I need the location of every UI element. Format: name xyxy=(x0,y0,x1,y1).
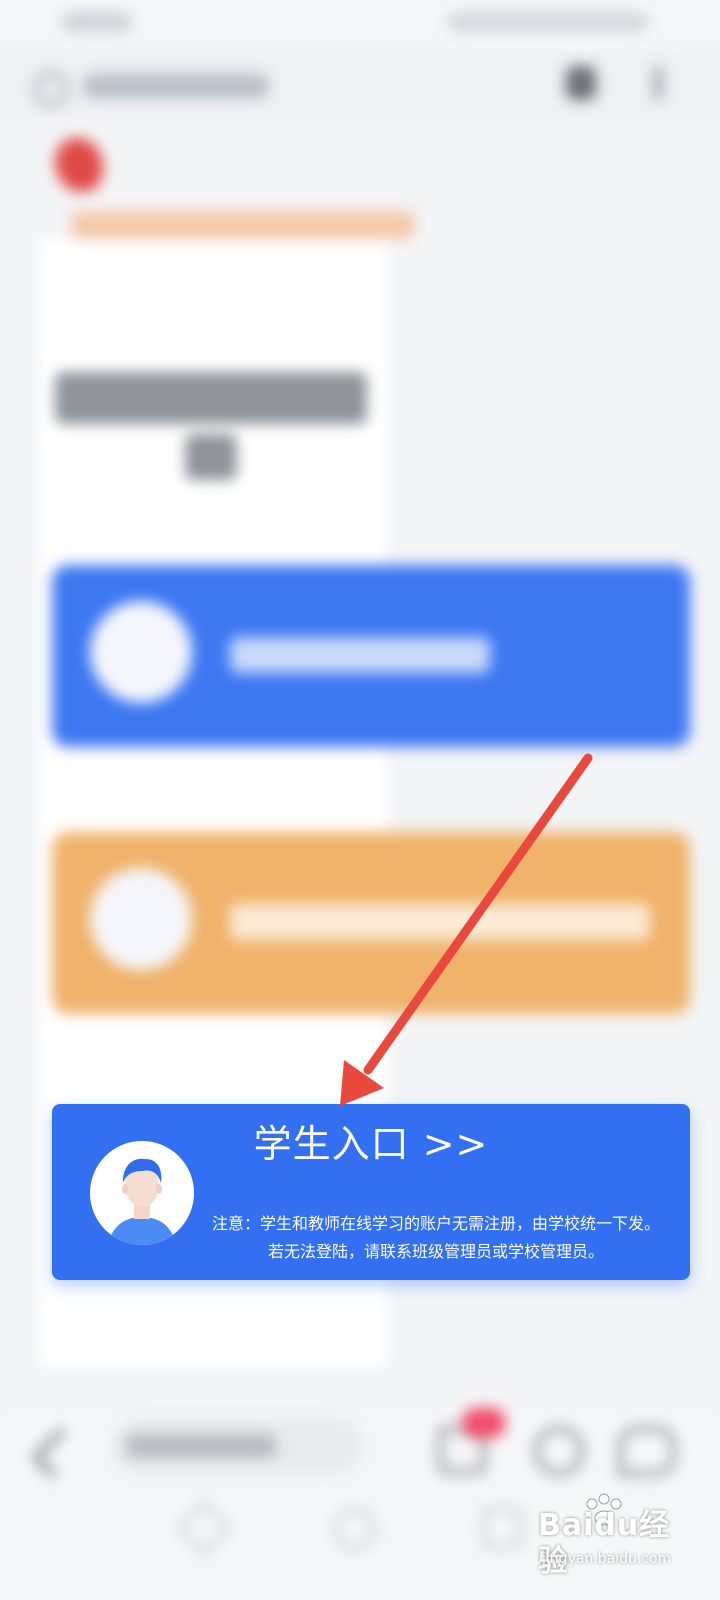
heading-line-2 xyxy=(185,434,237,480)
district-avatar-icon xyxy=(90,868,192,970)
student-entry-note: 注意：学生和教师在线学习的账户无需注册，由学校统一下发。 若无法登陆，请联系班级… xyxy=(182,1210,690,1266)
site-icon[interactable] xyxy=(34,72,68,106)
system-home-icon[interactable] xyxy=(334,1508,376,1550)
admin-entry-card[interactable] xyxy=(52,565,690,747)
banner-strip xyxy=(72,212,414,238)
admin-avatar-icon xyxy=(90,601,192,703)
watermark-brand: Baidu经验 xyxy=(538,1508,671,1579)
status-bar xyxy=(0,0,720,48)
note-line-2: 若无法登陆，请联系班级管理员或学校管理员。 xyxy=(267,1242,604,1261)
watermark: Baidu经验 jingyan.baidu.com xyxy=(538,1488,698,1580)
note-line-1: 注意：学生和教师在线学习的账户无需注册，由学校统一下发。 xyxy=(211,1214,660,1233)
page-heading xyxy=(55,372,367,482)
district-entry-label xyxy=(230,904,650,940)
system-recents-icon[interactable] xyxy=(482,1508,522,1548)
status-time xyxy=(62,12,132,32)
student-entry-title: 学生入口 >> xyxy=(253,1122,489,1166)
heading-line-1 xyxy=(55,372,367,424)
notification-badge xyxy=(462,1408,506,1438)
home-icon[interactable] xyxy=(534,1426,584,1476)
address-text xyxy=(126,1434,276,1458)
more-icon[interactable] xyxy=(654,66,662,100)
student-entry-button[interactable]: 学生入口 >> 注意：学生和教师在线学习的账户无需注册，由学校统一下发。 若无法… xyxy=(52,1104,690,1280)
site-title xyxy=(84,74,268,98)
chat-icon[interactable] xyxy=(618,1426,676,1476)
status-icons xyxy=(448,12,648,32)
watermark-host: jingyan.baidu.com xyxy=(542,1551,672,1567)
admin-entry-label xyxy=(230,637,490,673)
district-entry-card[interactable] xyxy=(52,832,690,1014)
account-icon[interactable] xyxy=(566,66,596,100)
